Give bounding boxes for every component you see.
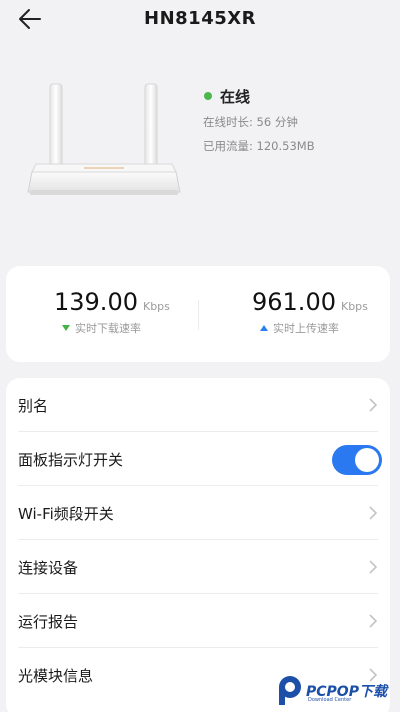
wifi-band-row[interactable]: Wi-Fi频段开关 [6, 486, 390, 540]
chevron-right-icon [369, 506, 378, 520]
run-report-row[interactable]: 运行报告 [6, 594, 390, 648]
download-speed-value: 139.00 [54, 288, 138, 316]
settings-list: 别名 面板指示灯开关 Wi-Fi频段开关 连接设备 运行报告 光模块信息 [6, 378, 390, 712]
header: HN8145XR [0, 0, 400, 38]
download-arrow-icon [62, 325, 70, 331]
upload-arrow-icon [260, 325, 268, 331]
upload-speed-unit: Kbps [340, 300, 368, 313]
panel-light-row: 面板指示灯开关 [6, 432, 390, 486]
connected-devices-label: 连接设备 [18, 558, 79, 577]
alias-label: 别名 [18, 396, 49, 415]
watermark: PCPOP下载 Download Center [276, 674, 387, 708]
online-duration: 在线时长: 56 分钟 [203, 115, 298, 129]
upload-speed-label: 实时上传速率 [273, 322, 339, 335]
optical-module-label: 光模块信息 [18, 666, 94, 685]
watermark-subtext: Download Center [308, 697, 352, 703]
download-speed: 139.00 Kbps 实时下载速率 [54, 288, 170, 336]
router-image [27, 83, 181, 195]
upload-speed-value: 961.00 [252, 288, 336, 316]
device-status: 在线 在线时长: 56 分钟 已用流量: 120.53MB [203, 86, 315, 154]
alias-row[interactable]: 别名 [6, 378, 390, 432]
used-traffic: 已用流量: 120.53MB [203, 139, 315, 153]
chevron-right-icon [369, 560, 378, 574]
download-speed-unit: Kbps [142, 300, 170, 313]
page-title: HN8145XR [144, 8, 256, 29]
divider [198, 300, 199, 330]
panel-light-label: 面板指示灯开关 [18, 450, 124, 469]
speed-card: 139.00 Kbps 实时下载速率 961.00 Kbps 实时上传速率 [6, 266, 390, 362]
connected-devices-row[interactable]: 连接设备 [6, 540, 390, 594]
wifi-band-label: Wi-Fi频段开关 [18, 504, 114, 523]
panel-light-toggle[interactable] [332, 445, 382, 475]
chevron-right-icon [369, 614, 378, 628]
run-report-label: 运行报告 [18, 612, 79, 631]
chevron-right-icon [369, 398, 378, 412]
online-dot-icon [204, 92, 212, 100]
download-speed-label: 实时下载速率 [75, 322, 141, 335]
upload-speed: 961.00 Kbps 实时上传速率 [252, 288, 368, 336]
status-text: 在线 [220, 87, 251, 106]
pcpop-logo-icon [279, 676, 301, 705]
